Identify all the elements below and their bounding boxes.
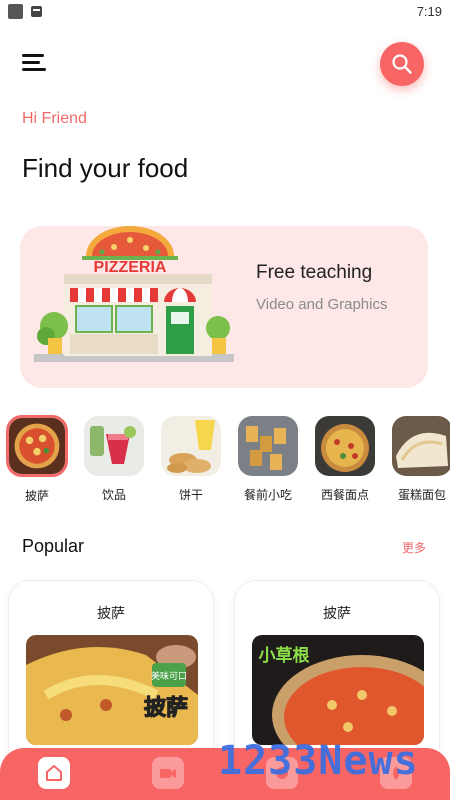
- popular-section-title: Popular: [22, 536, 85, 556]
- hamburger-menu-icon[interactable]: [22, 52, 48, 74]
- category-image: [238, 416, 298, 476]
- home-icon: [46, 765, 62, 781]
- card-image: 小草根: [252, 635, 424, 745]
- card-image: 美味可口 披萨: [26, 635, 198, 745]
- category-image: [315, 416, 375, 476]
- svg-text:小草根: 小草根: [259, 645, 310, 666]
- category-label: 披萨: [24, 489, 49, 503]
- category-biscuits[interactable]: 饼干: [159, 412, 223, 503]
- category-label: 饮品: [101, 488, 126, 502]
- search-icon: [392, 54, 412, 74]
- category-label: 饼干: [178, 488, 203, 502]
- category-label: 蛋糕面包: [397, 488, 446, 502]
- category-image: [84, 416, 144, 476]
- search-button[interactable]: [380, 42, 424, 86]
- banner-title: Free teaching: [256, 262, 373, 283]
- greeting-text: Hi Friend: [22, 110, 87, 127]
- status-time: 7:19: [416, 3, 442, 19]
- svg-text:披萨: 披萨: [144, 695, 188, 721]
- category-image: [6, 415, 68, 477]
- message-icon: [31, 5, 42, 17]
- card-title: 披萨: [323, 606, 351, 622]
- nav-home[interactable]: [38, 757, 70, 789]
- svg-text:美味可口: 美味可口: [151, 670, 187, 682]
- pizzeria-illustration: PIZZERIA: [34, 226, 234, 362]
- video-icon: [160, 769, 176, 778]
- banner-subtitle: Video and Graphics: [256, 296, 388, 313]
- category-label: 西餐面点: [320, 488, 369, 502]
- category-image: [392, 416, 450, 476]
- category-cakes-bread[interactable]: 蛋糕面包: [390, 412, 450, 503]
- status-bar: 7:19: [0, 0, 450, 22]
- category-appetizers[interactable]: 餐前小吃: [236, 412, 300, 503]
- promo-banner[interactable]: PIZZERIA Free teaching Video and Graphic…: [20, 226, 428, 388]
- category-label: 餐前小吃: [243, 488, 292, 502]
- watermark: 1233News: [218, 738, 419, 784]
- category-drinks[interactable]: 饮品: [82, 412, 146, 503]
- category-image: [161, 416, 221, 476]
- pizzeria-sign: PIZZERIA: [94, 259, 167, 276]
- notification-icon: [8, 3, 23, 19]
- category-list: 披萨 饮品 饼干 餐前小吃 西餐面点 蛋糕面包: [0, 412, 450, 512]
- category-pizza[interactable]: 披萨: [5, 412, 69, 504]
- page-title: Find your food: [22, 153, 189, 183]
- category-western-pastry[interactable]: 西餐面点: [313, 412, 377, 503]
- card-title: 披萨: [97, 606, 125, 622]
- nav-video[interactable]: [152, 757, 184, 789]
- more-link[interactable]: 更多: [402, 539, 426, 556]
